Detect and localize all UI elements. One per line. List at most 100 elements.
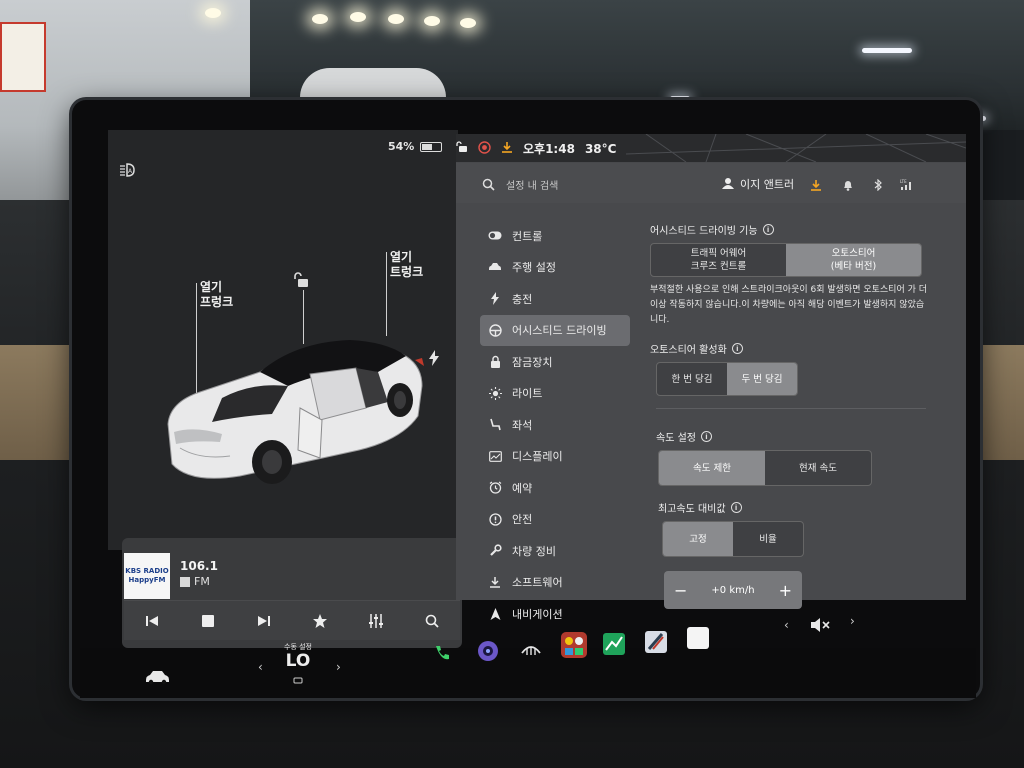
settings-sidebar: 컨트롤주행 설정충전어시스티드 드라이빙잠금장치라이트좌석디스플레이예약안전차량…	[480, 220, 630, 630]
info-icon[interactable]: i	[700, 431, 712, 442]
sidebar-item[interactable]: 소프트웨어	[480, 567, 630, 599]
clock-time: 오후1:48	[523, 142, 575, 156]
ceiling-light	[350, 12, 366, 22]
feature-option[interactable]: 트래픽 어웨어 크루즈 컨트롤	[651, 244, 786, 276]
frunk-open-label[interactable]: 열기 프렁크	[200, 280, 233, 310]
phone-icon[interactable]	[430, 640, 454, 666]
info-icon[interactable]: i	[730, 502, 742, 513]
sidebar-item-label: 좌석	[512, 418, 533, 432]
speed-mode-option[interactable]: 속도 제한	[659, 451, 765, 485]
search-icon[interactable]	[482, 176, 496, 191]
sidebar-item-label: 주행 설정	[512, 261, 556, 275]
activation-option[interactable]: 한 번 당김	[657, 363, 727, 395]
sidebar-item-label: 충전	[512, 292, 533, 306]
increase-button[interactable]: +	[779, 581, 792, 600]
sidebar-item[interactable]: 안전	[480, 504, 630, 536]
sidebar-item-label: 차량 정비	[512, 544, 556, 558]
next-icon[interactable]	[249, 606, 279, 636]
toggle-icon	[488, 229, 502, 243]
browser-icon[interactable]	[642, 628, 670, 656]
sidebar-item[interactable]: 주행 설정	[480, 252, 630, 284]
equalizer-icon[interactable]	[361, 606, 391, 636]
mute-icon[interactable]	[806, 614, 834, 636]
sidebar-item[interactable]: 컨트롤	[480, 220, 630, 252]
info-icon[interactable]: i	[762, 224, 774, 235]
headlight-icon[interactable]: A	[118, 162, 144, 180]
sidebar-item-label: 디스플레이	[512, 450, 563, 464]
wall-sign	[0, 22, 46, 92]
volume-down-chevron-icon[interactable]: ‹	[784, 618, 789, 632]
activation-title: 오토스티어 활성화 i	[650, 341, 930, 356]
ceiling-light	[205, 8, 221, 18]
vehicle-model	[167, 340, 424, 484]
games-icon[interactable]	[558, 630, 590, 660]
sidebar-item-label: 소프트웨어	[512, 576, 563, 590]
notification-bell-icon[interactable]	[842, 176, 856, 191]
map-preview	[626, 134, 966, 162]
info-icon[interactable]: i	[731, 343, 743, 354]
trunk-open-label[interactable]: 열기 트렁크	[390, 250, 423, 280]
favorite-icon[interactable]	[305, 606, 335, 636]
update-download-icon[interactable]	[501, 141, 513, 156]
battery-icon	[420, 141, 443, 152]
charts-icon[interactable]	[600, 630, 628, 658]
sidebar-item[interactable]: 디스플레이	[480, 441, 630, 473]
lte-signal-icon[interactable]: LTE	[900, 176, 914, 190]
bluetooth-icon[interactable]	[872, 176, 886, 192]
speed-title: 속도 설정 i	[656, 429, 930, 444]
outside-temperature: 38°C	[584, 141, 617, 156]
speed-offset-stepper: − +0 km/h +	[664, 571, 802, 609]
sidebar-item-label: 라이트	[512, 387, 543, 401]
sidebar-item[interactable]: 예약	[480, 472, 630, 504]
features-title: 어시스티드 드라이빙 기능 i	[650, 222, 930, 237]
sidebar-item-label: 어시스티드 드라이빙	[512, 324, 607, 338]
steering-wheel-icon	[488, 323, 502, 337]
feature-option[interactable]: 오토스티어 (베타 버전)	[786, 244, 921, 276]
activation-title-text: 오토스티어 활성화	[650, 345, 727, 356]
parked-car	[300, 68, 446, 102]
stop-icon[interactable]	[193, 606, 223, 636]
sidebar-item-label: 잠금장치	[512, 355, 553, 369]
temp-up-chevron-icon[interactable]: ›	[336, 660, 341, 674]
bolt-icon	[488, 292, 502, 306]
search-icon[interactable]	[417, 606, 447, 636]
unlocked-icon[interactable]	[456, 141, 468, 156]
sidebar-item[interactable]: 충전	[480, 283, 630, 315]
station-band: FM	[180, 575, 210, 588]
unlock-icon[interactable]	[292, 272, 310, 288]
ceiling-light	[312, 14, 328, 24]
fan-icon	[284, 670, 312, 684]
sidebar-item[interactable]: 내비게이션	[480, 598, 630, 630]
settings-search-input[interactable]: 설정 내 검색	[506, 177, 558, 192]
previous-icon[interactable]	[137, 606, 167, 636]
section-divider	[656, 408, 926, 409]
driver-profile[interactable]: 이지 앤트러	[722, 176, 794, 192]
climate-control[interactable]: 수동 설정 LO	[284, 642, 312, 684]
profile-name: 이지 앤트러	[740, 178, 795, 191]
volume-up-chevron-icon[interactable]: ›	[850, 614, 855, 628]
sidebar-item[interactable]: 어시스티드 드라이빙	[480, 314, 630, 346]
feature-selector: 트래픽 어웨어 크루즈 컨트롤 오토스티어 (베타 버전)	[650, 243, 922, 277]
temp-down-chevron-icon[interactable]: ‹	[258, 660, 263, 674]
speed-mode-option[interactable]: 현재 속도	[765, 451, 871, 485]
activation-option[interactable]: 두 번 당김	[727, 363, 797, 395]
car-icon[interactable]	[142, 664, 172, 690]
sidebar-item[interactable]: 라이트	[480, 378, 630, 410]
wood-trim	[0, 345, 80, 460]
sidebar-item-label: 예약	[512, 481, 533, 495]
download-icon[interactable]	[810, 176, 824, 191]
navigation-icon	[488, 607, 502, 621]
offset-mode-option[interactable]: 고정	[663, 522, 733, 556]
notes-icon[interactable]	[684, 624, 712, 652]
car-icon	[488, 260, 502, 274]
features-title-text: 어시스티드 드라이빙 기능	[650, 226, 758, 237]
sidebar-item[interactable]: 차량 정비	[480, 535, 630, 567]
camera-icon[interactable]	[475, 638, 501, 664]
sidebar-item[interactable]: 좌석	[480, 409, 630, 441]
defrost-icon[interactable]	[518, 638, 544, 662]
decrease-button[interactable]: −	[674, 581, 687, 600]
station-frequency: 106.1	[180, 559, 218, 573]
sentry-icon[interactable]	[478, 140, 491, 157]
offset-mode-option[interactable]: 비율	[733, 522, 803, 556]
sidebar-item[interactable]: 잠금장치	[480, 346, 630, 378]
